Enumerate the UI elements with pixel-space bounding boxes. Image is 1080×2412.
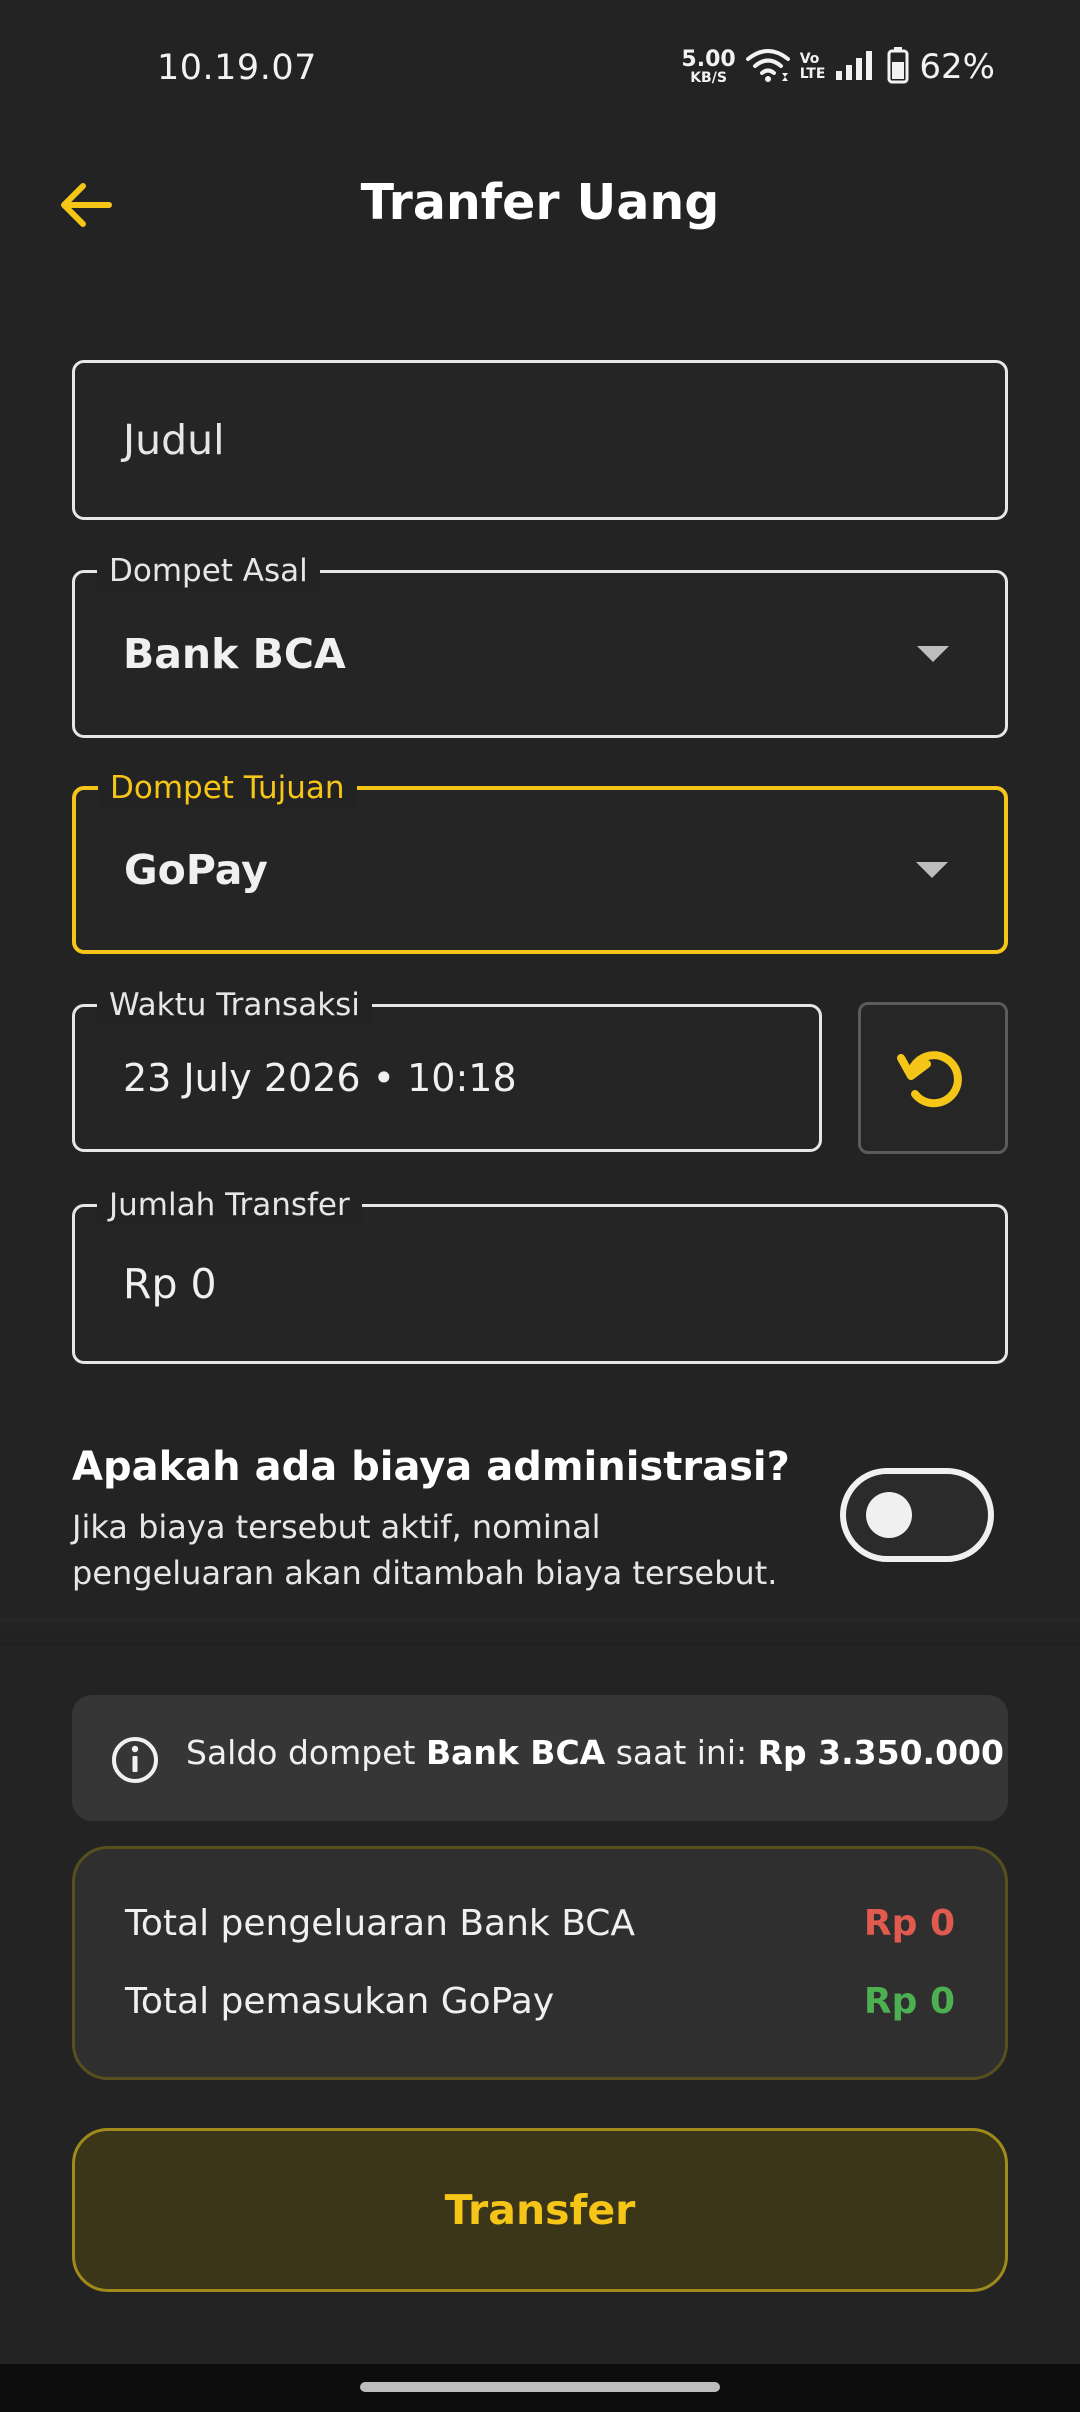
- total-incoming-row: Total pemasukan GoPay Rp 0: [125, 1981, 955, 2022]
- judul-input[interactable]: Judul: [72, 360, 1008, 520]
- jumlah-transfer-input[interactable]: Jumlah Transfer Rp 0: [72, 1185, 1008, 1364]
- dompet-tujuan-label: Dompet Tujuan: [98, 768, 357, 808]
- admin-fee-description: Jika biaya tersebut aktif, nominal penge…: [72, 1508, 778, 1592]
- total-incoming-label: Total pemasukan GoPay: [125, 1981, 555, 2022]
- toggle-knob: [866, 1492, 912, 1538]
- waktu-transaksi-value: 23 July 2026 • 10:18: [123, 1056, 517, 1100]
- dompet-tujuan-value: GoPay: [124, 846, 268, 894]
- info-wallet: Bank BCA: [425, 1733, 606, 1772]
- total-outgoing-value: Rp 0: [863, 1903, 955, 1944]
- section-divider: [0, 1618, 1080, 1646]
- battery-percent: 62%: [919, 47, 995, 87]
- jumlah-transfer-value: Rp 0: [123, 1260, 217, 1308]
- balance-info-card: Saldo dompet Bank BCA saat ini: Rp 3.350…: [72, 1695, 1008, 1821]
- signal-icon: [835, 49, 877, 85]
- net-speed: 5.00 KB/S: [681, 47, 736, 86]
- page-title: Tranfer Uang: [360, 174, 720, 231]
- dompet-tujuan-select[interactable]: Dompet Tujuan GoPay: [72, 768, 1008, 954]
- info-prefix: Saldo dompet: [186, 1733, 426, 1772]
- status-time: 10.19.07: [157, 48, 317, 88]
- volte-indicator: Vo LTE: [800, 52, 826, 81]
- reset-time-button[interactable]: [858, 1002, 1008, 1154]
- gesture-nav-bar: [0, 2364, 1080, 2412]
- dompet-asal-value: Bank BCA: [123, 630, 346, 678]
- refresh-icon: [897, 1051, 962, 1108]
- status-bar: 10.19.07 5.00 KB/S Vo LTE 62%: [0, 0, 1080, 140]
- total-outgoing-label: Total pengeluaran Bank BCA: [125, 1903, 636, 1944]
- waktu-transaksi-field[interactable]: Waktu Transaksi 23 July 2026 • 10:18: [72, 985, 822, 1152]
- status-icons: 5.00 KB/S Vo LTE 62%: [681, 46, 995, 88]
- chevron-down-icon: [916, 862, 948, 878]
- judul-placeholder: Judul: [123, 416, 225, 464]
- total-incoming-value: Rp 0: [863, 1981, 955, 2022]
- volte-bottom: LTE: [799, 66, 826, 82]
- jumlah-transfer-label: Jumlah Transfer: [97, 1185, 362, 1225]
- info-balance: Rp 3.350.000: [757, 1733, 1004, 1772]
- volte-top: Vo: [799, 51, 820, 68]
- chevron-down-icon: [917, 646, 949, 662]
- admin-fee-title: Apakah ada biaya administrasi?: [72, 1444, 790, 1490]
- transfer-screen: 10.19.07 5.00 KB/S Vo LTE 62% Tranfer Ua…: [0, 0, 1080, 2412]
- dompet-asal-select[interactable]: Dompet Asal Bank BCA: [72, 551, 1008, 738]
- info-icon: [112, 1737, 158, 1783]
- net-speed-unit: KB/S: [690, 70, 727, 86]
- transfer-button[interactable]: Transfer: [72, 2128, 1008, 2292]
- battery-icon: [887, 46, 909, 88]
- info-middle: saat ini:: [605, 1733, 758, 1772]
- admin-fee-toggle[interactable]: [840, 1468, 994, 1562]
- net-speed-value: 5.00: [681, 47, 736, 72]
- total-outgoing-row: Total pengeluaran Bank BCA Rp 0: [125, 1903, 955, 1944]
- wifi-icon: [745, 47, 790, 87]
- totals-card: Total pengeluaran Bank BCA Rp 0 Total pe…: [72, 1846, 1008, 2080]
- dompet-asal-label: Dompet Asal: [97, 551, 320, 591]
- app-bar: Tranfer Uang: [0, 150, 1080, 260]
- waktu-transaksi-label: Waktu Transaksi: [97, 985, 372, 1025]
- home-handle[interactable]: [360, 2382, 720, 2392]
- balance-info-text: Saldo dompet Bank BCA saat ini: Rp 3.350…: [186, 1733, 1004, 1772]
